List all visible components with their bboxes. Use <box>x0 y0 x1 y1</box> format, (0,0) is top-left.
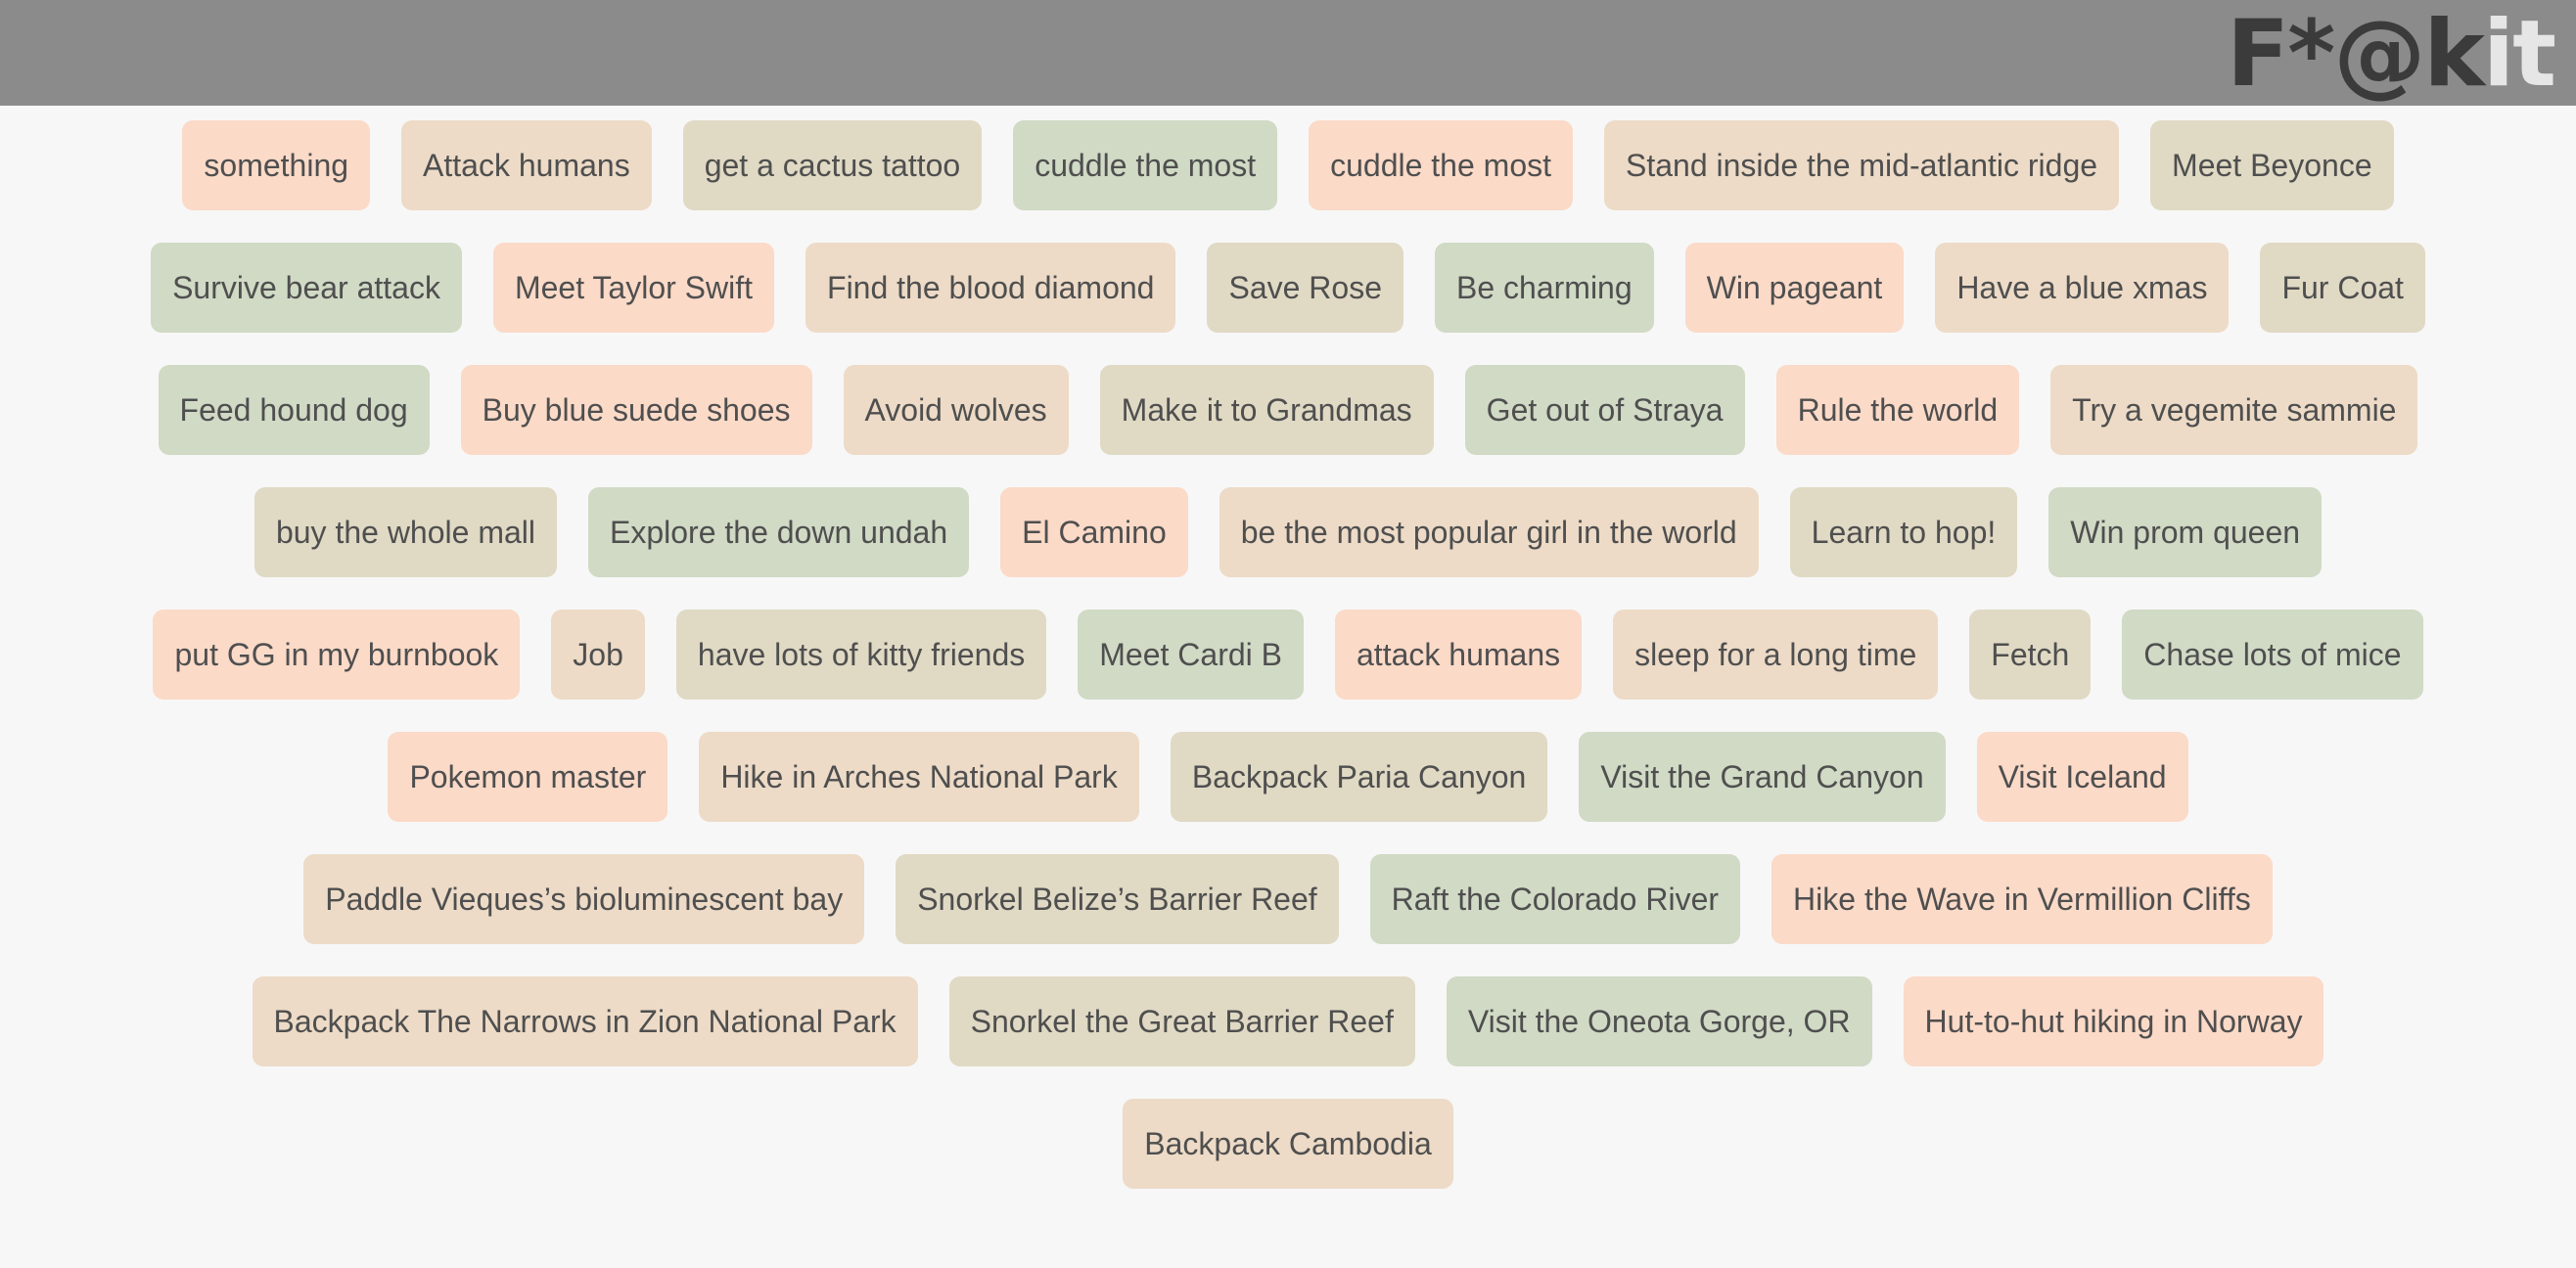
bucket-list-tag[interactable]: Backpack Cambodia <box>1123 1099 1453 1189</box>
bucket-list-tag[interactable]: Make it to Grandmas <box>1099 365 1434 455</box>
bucket-list-tag[interactable]: Learn to hop! <box>1789 487 2018 577</box>
header-bar: F*@kit <box>0 0 2576 108</box>
bucket-list-tag[interactable]: Fur Coat <box>2260 243 2425 333</box>
bucket-list-tag[interactable]: put GG in my burnbook <box>153 610 521 700</box>
bucket-list-tag[interactable]: Be charming <box>1435 243 1654 333</box>
tag-row: Survive bear attack Meet Taylor Swift Find… <box>0 243 2576 333</box>
bucket-list-tag[interactable]: Stand inside the mid-atlantic ridge <box>1604 120 2120 210</box>
tag-row: Backpack The Narrows in Zion National Pa… <box>0 976 2576 1066</box>
bucket-list-tag[interactable]: sleep for a long time <box>1613 610 1939 700</box>
bucket-list-tag[interactable]: El Camino <box>1000 487 1188 577</box>
tag-row: Backpack Cambodia <box>0 1099 2576 1189</box>
bucket-list-tag[interactable]: Explore the down undah <box>587 487 970 577</box>
bucket-list-tag[interactable]: be the most popular girl in the world <box>1219 487 1759 577</box>
bucket-list-tag[interactable]: Try a vegemite sammie <box>2050 365 2418 455</box>
bucket-list-tag[interactable]: Rule the world <box>1775 365 2020 455</box>
site-logo[interactable]: F*@kit <box>2226 1 2556 108</box>
bucket-list-tag[interactable]: Raft the Colorado River <box>1369 854 1741 944</box>
bucket-list-tag[interactable]: Job <box>551 610 645 700</box>
bucket-list-tag[interactable]: Survive bear attack <box>151 243 462 333</box>
bucket-list-tag[interactable]: Visit the Oneota Gorge, OR <box>1446 976 1872 1066</box>
bucket-list-tag[interactable]: Save Rose <box>1207 243 1403 333</box>
tag-row: Pokemon master Hike in Arches National Pa… <box>0 732 2576 822</box>
bucket-list-tag[interactable]: buy the whole mall <box>253 487 557 577</box>
bucket-list-tag[interactable]: Backpack Paria Canyon <box>1170 732 1548 822</box>
tag-row: something Attack humans get a cactus tatto… <box>0 120 2576 210</box>
bucket-list-tag[interactable]: Hike the Wave in Vermillion Cliffs <box>1771 854 2273 944</box>
bucket-list-tag[interactable]: Hike in Arches National Park <box>699 732 1139 822</box>
bucket-list-tag[interactable]: Buy blue suede shoes <box>460 365 812 455</box>
bucket-list-tag[interactable]: have lots of kitty friends <box>675 610 1047 700</box>
bucket-list-board: something Attack humans get a cactus tatto… <box>0 106 2576 1221</box>
bucket-list-tag[interactable]: cuddle the most <box>1309 120 1573 210</box>
logo-text-dark: F*@k <box>2226 1 2485 108</box>
tag-row: put GG in my burnbook Job have lots of kit… <box>0 610 2576 700</box>
bucket-list-tag[interactable]: Win prom queen <box>2048 487 2323 577</box>
bucket-list-tag[interactable]: Win pageant <box>1684 243 1905 333</box>
bucket-list-tag[interactable]: Meet Cardi B <box>1078 610 1304 700</box>
tag-row: buy the whole mall Explore the down undah… <box>0 487 2576 577</box>
bucket-list-tag[interactable]: Pokemon master <box>388 732 668 822</box>
bucket-list-tag[interactable]: Paddle Vieques’s bioluminescent bay <box>303 854 865 944</box>
bucket-list-tag[interactable]: Snorkel the Great Barrier Reef <box>948 976 1415 1066</box>
bucket-list-tag[interactable]: Attack humans <box>401 120 652 210</box>
tag-row: Feed hound dog Buy blue suede shoes Avoid … <box>0 365 2576 455</box>
tag-row: Paddle Vieques’s bioluminescent bay Snork… <box>0 854 2576 944</box>
bucket-list-tag[interactable]: Get out of Straya <box>1464 365 1745 455</box>
bucket-list-tag[interactable]: Find the blood diamond <box>805 243 1176 333</box>
bucket-list-tag[interactable]: Feed hound dog <box>158 365 430 455</box>
bucket-list-tag[interactable]: Chase lots of mice <box>2122 610 2423 700</box>
bucket-list-tag[interactable]: Fetch <box>1969 610 2092 700</box>
bucket-list-tag[interactable]: attack humans <box>1335 610 1583 700</box>
bucket-list-tag[interactable]: something <box>182 120 371 210</box>
bucket-list-tag[interactable]: Meet Beyonce <box>2150 120 2394 210</box>
bucket-list-tag[interactable]: Meet Taylor Swift <box>492 243 775 333</box>
bucket-list-tag[interactable]: Have a blue xmas <box>1935 243 2230 333</box>
logo-text-light: it <box>2482 1 2556 108</box>
bucket-list-tag[interactable]: get a cactus tattoo <box>682 120 983 210</box>
bucket-list-tag[interactable]: Visit Iceland <box>1976 732 2188 822</box>
bucket-list-tag[interactable]: Avoid wolves <box>843 365 1069 455</box>
bucket-list-tag[interactable]: Visit the Grand Canyon <box>1579 732 1946 822</box>
bucket-list-tag[interactable]: Snorkel Belize’s Barrier Reef <box>896 854 1339 944</box>
bucket-list-tag[interactable]: cuddle the most <box>1013 120 1278 210</box>
bucket-list-tag[interactable]: Backpack The Narrows in Zion National Pa… <box>252 976 918 1066</box>
bucket-list-tag[interactable]: Hut-to-hut hiking in Norway <box>1903 976 2324 1066</box>
